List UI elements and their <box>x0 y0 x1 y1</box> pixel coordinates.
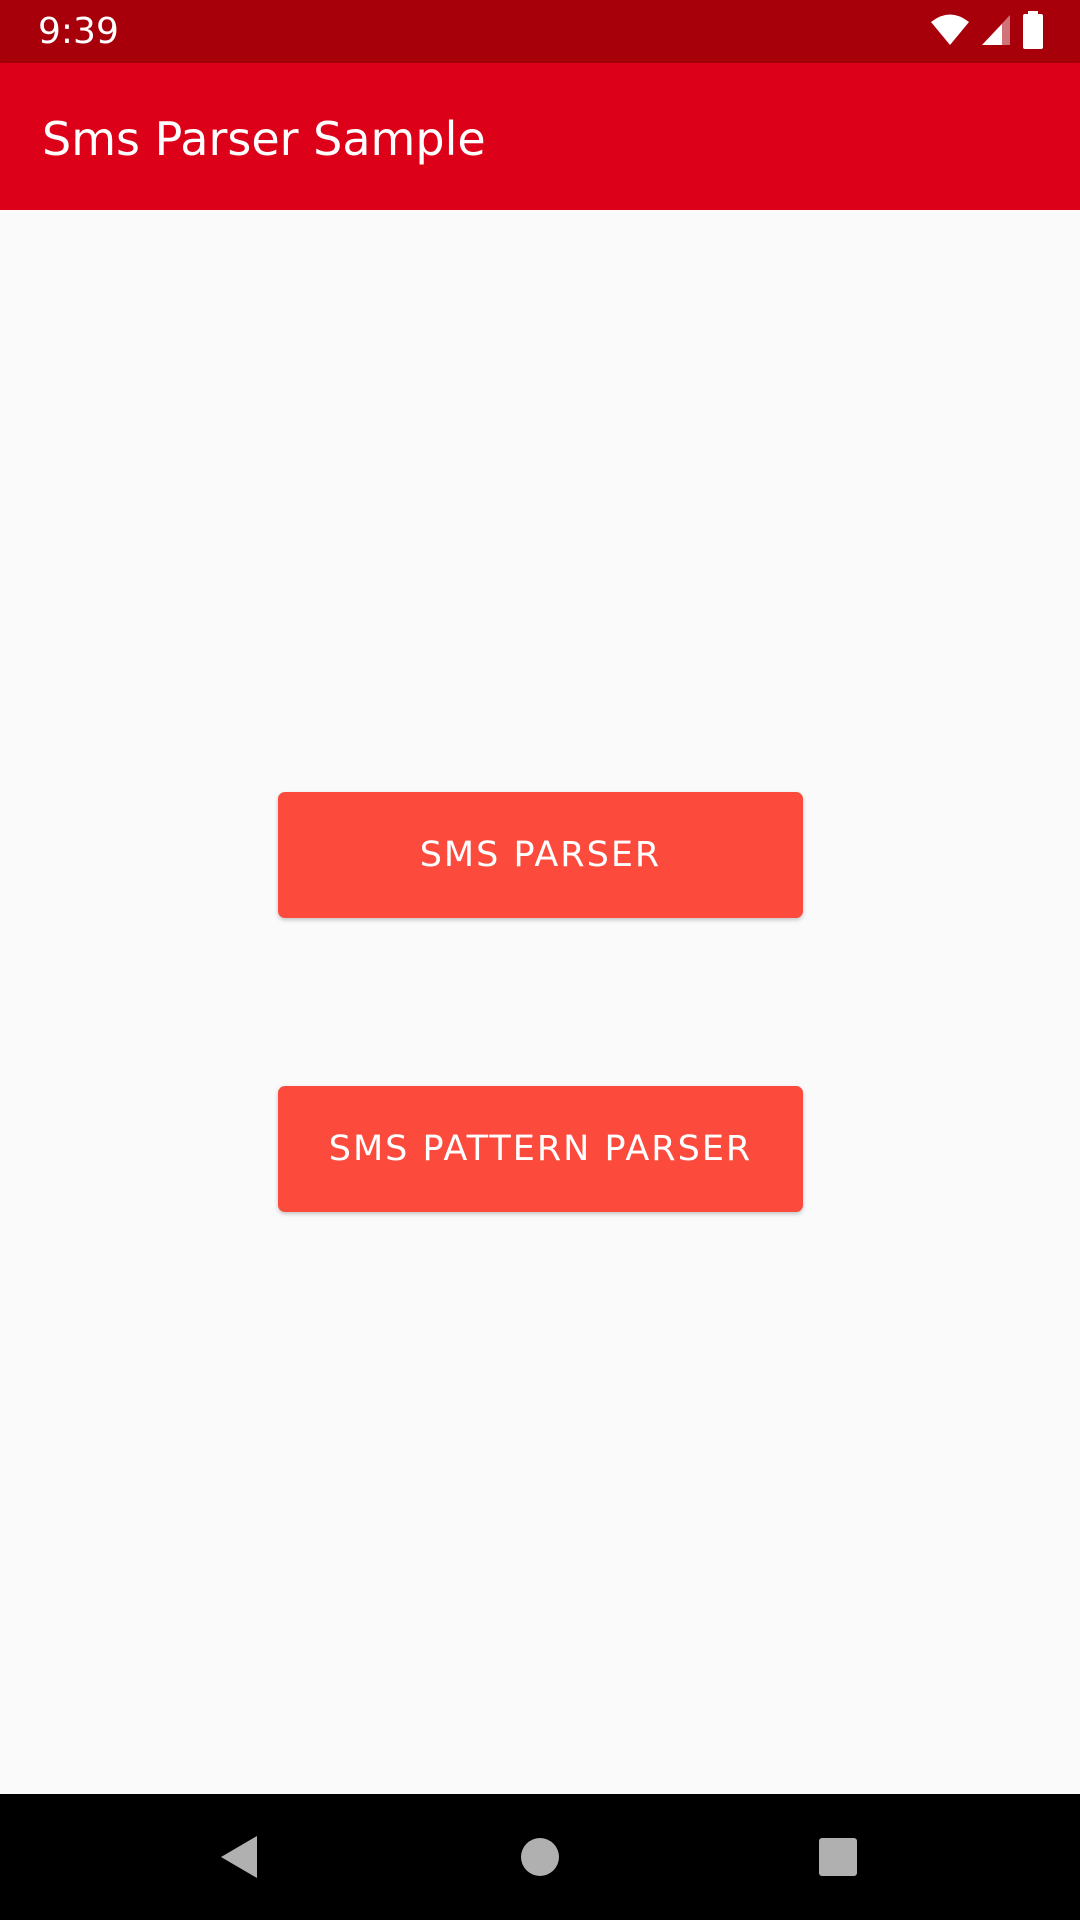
home-button[interactable] <box>507 1824 573 1890</box>
navigation-bar <box>0 1794 1080 1920</box>
app-bar: Sms Parser Sample <box>0 63 1080 210</box>
battery-icon <box>1022 11 1044 53</box>
wifi-icon <box>930 13 970 51</box>
home-icon <box>521 1838 559 1876</box>
status-icons <box>930 11 1044 53</box>
sms-parser-button[interactable]: SMS PARSER <box>278 792 803 918</box>
cell-signal-icon <box>980 13 1012 51</box>
status-time: 9:39 <box>38 11 119 52</box>
back-icon <box>221 1836 257 1878</box>
sms-pattern-parser-button[interactable]: SMS PATTERN PARSER <box>278 1086 803 1212</box>
recents-button[interactable] <box>805 1824 871 1890</box>
app-screen: 9:39 Sms Parser Sample SMS PARSER SMS PA… <box>0 0 1080 1920</box>
status-bar: 9:39 <box>0 0 1080 63</box>
recents-icon <box>819 1838 857 1876</box>
main-content: SMS PARSER SMS PATTERN PARSER <box>0 210 1080 1794</box>
back-button[interactable] <box>206 1824 272 1890</box>
app-title: Sms Parser Sample <box>42 112 486 166</box>
